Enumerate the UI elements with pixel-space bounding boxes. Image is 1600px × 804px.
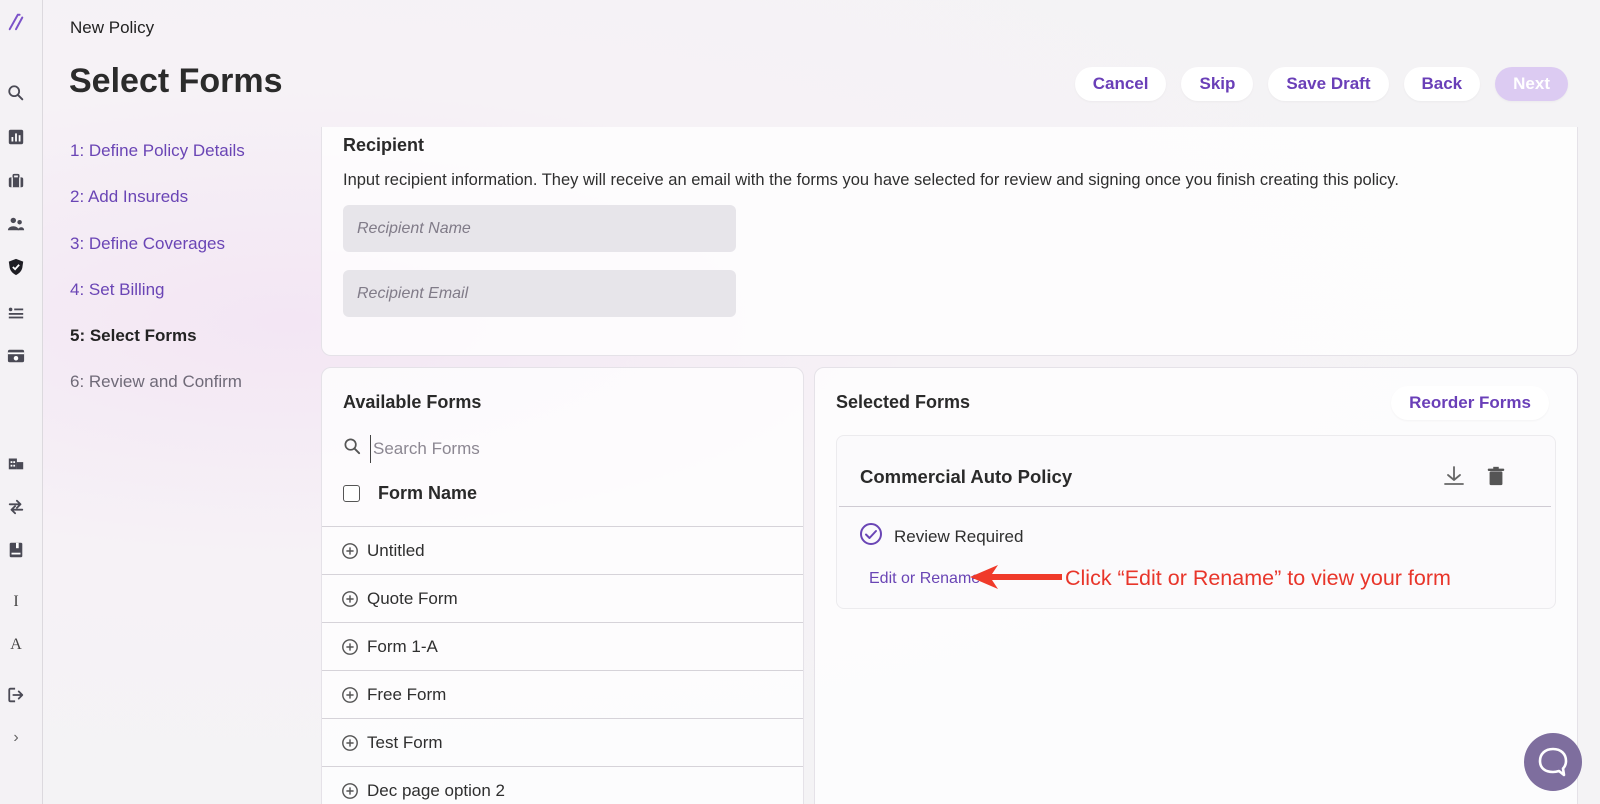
form-name: Dec page option 2 [367, 780, 505, 800]
font-icon[interactable]: A [5, 636, 27, 653]
breadcrumb: New Policy [70, 18, 155, 37]
icon-rail: I A › [0, 0, 43, 804]
form-name: Quote Form [367, 588, 458, 608]
transfer-icon[interactable] [5, 496, 27, 518]
selected-form-title: Commercial Auto Policy [860, 466, 1073, 487]
step-add-insureds[interactable]: 2: Add Insureds [70, 187, 245, 233]
recipient-description: Input recipient information. They will r… [343, 171, 1399, 189]
step-define-coverages[interactable]: 3: Define Coverages [70, 234, 245, 280]
form-name: Form 1-A [367, 636, 438, 656]
trash-icon[interactable] [1484, 464, 1508, 488]
step-define-policy-details[interactable]: 1: Define Policy Details [70, 141, 245, 187]
chart-icon[interactable] [5, 126, 27, 148]
select-all-checkbox[interactable] [343, 485, 360, 502]
form-name-column-header: Form Name [378, 483, 478, 503]
form-list-header: Form Name [343, 483, 477, 504]
available-forms-card: Available Forms Form Name Untitled Quote… [321, 367, 804, 804]
list-item[interactable]: Form 1-A [322, 623, 803, 671]
recipient-title: Recipient [343, 135, 425, 155]
search-forms-input[interactable] [370, 435, 750, 463]
step-list: 1: Define Policy Details 2: Add Insureds… [70, 141, 245, 419]
search-icon [343, 437, 362, 461]
step-review-and-confirm[interactable]: 6: Review and Confirm [70, 372, 245, 418]
next-button[interactable]: Next [1495, 67, 1568, 101]
available-forms-title: Available Forms [343, 392, 482, 412]
list-item[interactable]: Test Form [322, 719, 803, 767]
help-chat-button[interactable] [1524, 733, 1582, 791]
card-icon[interactable] [5, 345, 27, 367]
form-name: Free Form [367, 684, 447, 704]
building-icon[interactable] [5, 452, 27, 474]
form-name: Untitled [367, 540, 425, 560]
divider [839, 506, 1551, 507]
download-icon[interactable] [1442, 464, 1466, 488]
briefcase-icon[interactable] [5, 170, 27, 192]
step-set-billing[interactable]: 4: Set Billing [70, 280, 245, 326]
review-status: Review Required [859, 522, 1023, 551]
form-name: Test Form [367, 732, 443, 752]
logo-icon[interactable] [5, 11, 27, 33]
recipient-card: Recipient Input recipient information. T… [321, 127, 1578, 356]
search-icon[interactable] [5, 82, 27, 104]
add-circle-icon[interactable] [341, 686, 359, 704]
list-item[interactable]: Untitled [322, 527, 803, 575]
form-search [343, 434, 750, 464]
cancel-button[interactable]: Cancel [1074, 67, 1167, 101]
chevron-right-icon[interactable]: › [5, 729, 27, 746]
add-circle-icon[interactable] [341, 734, 359, 752]
text-cursor-icon[interactable]: I [5, 593, 27, 610]
annotation-text: Click “Edit or Rename” to view your form [1065, 566, 1451, 590]
page-title: Select Forms [69, 62, 283, 100]
edit-or-rename-link[interactable]: Edit or Rename [869, 570, 980, 588]
save-draft-button[interactable]: Save Draft [1268, 67, 1389, 101]
review-status-text: Review Required [894, 526, 1024, 546]
chat-icon [1538, 747, 1568, 777]
annotation-arrow-icon [970, 565, 1062, 589]
step-select-forms[interactable]: 5: Select Forms [70, 326, 245, 372]
check-circle-icon [859, 522, 883, 551]
add-circle-icon[interactable] [341, 542, 359, 560]
logout-icon[interactable] [5, 684, 27, 706]
selected-forms-title: Selected Forms [836, 392, 971, 412]
add-circle-icon[interactable] [341, 638, 359, 656]
list-item[interactable]: Dec page option 2 [322, 767, 803, 804]
list-item[interactable]: Free Form [322, 671, 803, 719]
list-item[interactable]: Quote Form [322, 575, 803, 623]
back-button[interactable]: Back [1403, 67, 1481, 101]
book-icon[interactable] [5, 539, 27, 561]
shield-icon[interactable] [5, 256, 27, 278]
recipient-email-input[interactable] [343, 270, 736, 317]
reorder-forms-button[interactable]: Reorder Forms [1391, 386, 1549, 420]
list-icon[interactable] [5, 302, 27, 324]
action-bar: Cancel Skip Save Draft Back Next [1074, 67, 1568, 101]
add-circle-icon[interactable] [341, 782, 359, 800]
add-circle-icon[interactable] [341, 590, 359, 608]
skip-button[interactable]: Skip [1181, 67, 1254, 101]
recipient-name-input[interactable] [343, 205, 736, 252]
available-forms-list: Untitled Quote Form Form 1-A Free Form T… [322, 526, 803, 804]
users-icon[interactable] [5, 213, 27, 235]
